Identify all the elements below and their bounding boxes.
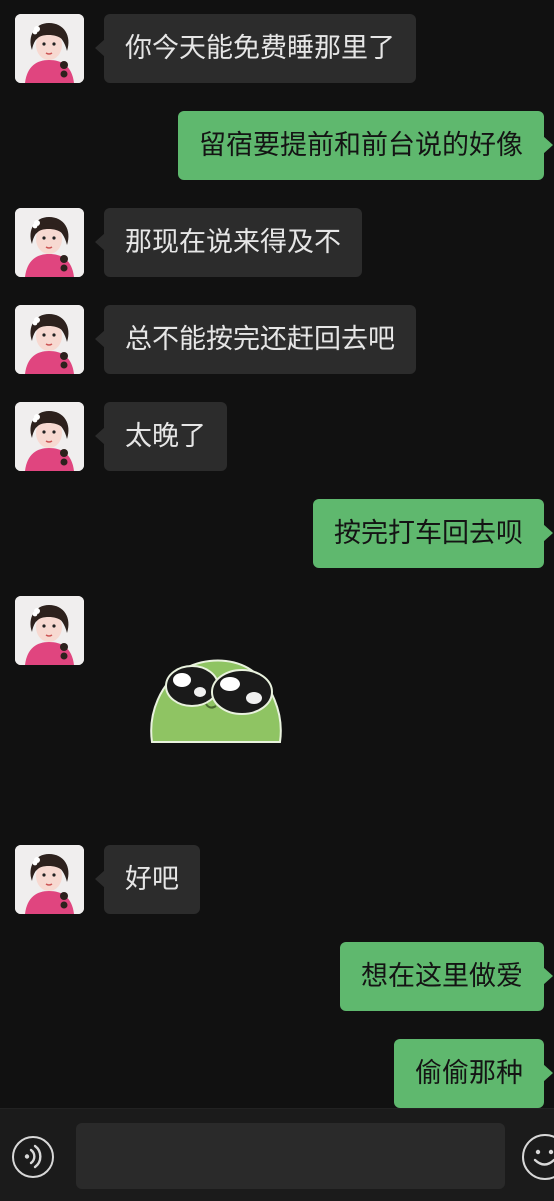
contact-avatar[interactable] — [15, 402, 84, 471]
message-text: 总不能按完还赶回去吧 — [125, 324, 395, 355]
contact-avatar[interactable] — [15, 845, 84, 914]
message-bubble-incoming[interactable]: 太晚了 — [95, 402, 227, 471]
chat-message-list[interactable]: 你今天能免费睡那里了 留宿要提前和前台说的好像 那现在说来得及不 总不能按完还赶… — [0, 0, 554, 1108]
voice-input-icon[interactable] — [12, 1136, 54, 1178]
message-text: 好吧 — [125, 864, 179, 895]
contact-avatar[interactable] — [15, 596, 84, 665]
message-bubble-outgoing[interactable]: 偷偷那种 — [394, 1039, 553, 1108]
message-text: 想在这里做爱 — [361, 961, 523, 992]
contact-avatar[interactable] — [15, 305, 84, 374]
message-text: 留宿要提前和前台说的好像 — [199, 130, 523, 161]
message-bubble-outgoing[interactable]: 按完打车回去呗 — [313, 499, 553, 568]
emoji-icon[interactable] — [522, 1134, 554, 1180]
message-bubble-incoming[interactable]: 总不能按完还赶回去吧 — [95, 305, 416, 374]
green-frog-sticker-icon[interactable] — [146, 654, 286, 746]
contact-avatar[interactable] — [15, 208, 84, 277]
chat-input-bar — [0, 1108, 554, 1201]
message-text: 你今天能免费睡那里了 — [125, 33, 395, 64]
message-bubble-outgoing[interactable]: 想在这里做爱 — [340, 942, 553, 1011]
message-bubble-incoming[interactable]: 好吧 — [95, 845, 200, 914]
message-input[interactable] — [76, 1123, 505, 1189]
message-bubble-incoming[interactable]: 你今天能免费睡那里了 — [95, 14, 416, 83]
message-text: 那现在说来得及不 — [125, 227, 341, 258]
message-bubble-incoming[interactable]: 那现在说来得及不 — [95, 208, 362, 277]
message-bubble-outgoing[interactable]: 留宿要提前和前台说的好像 — [178, 111, 553, 180]
message-text: 太晚了 — [125, 421, 206, 452]
message-text: 按完打车回去呗 — [334, 518, 523, 549]
contact-avatar[interactable] — [15, 14, 84, 83]
message-text: 偷偷那种 — [415, 1058, 523, 1089]
